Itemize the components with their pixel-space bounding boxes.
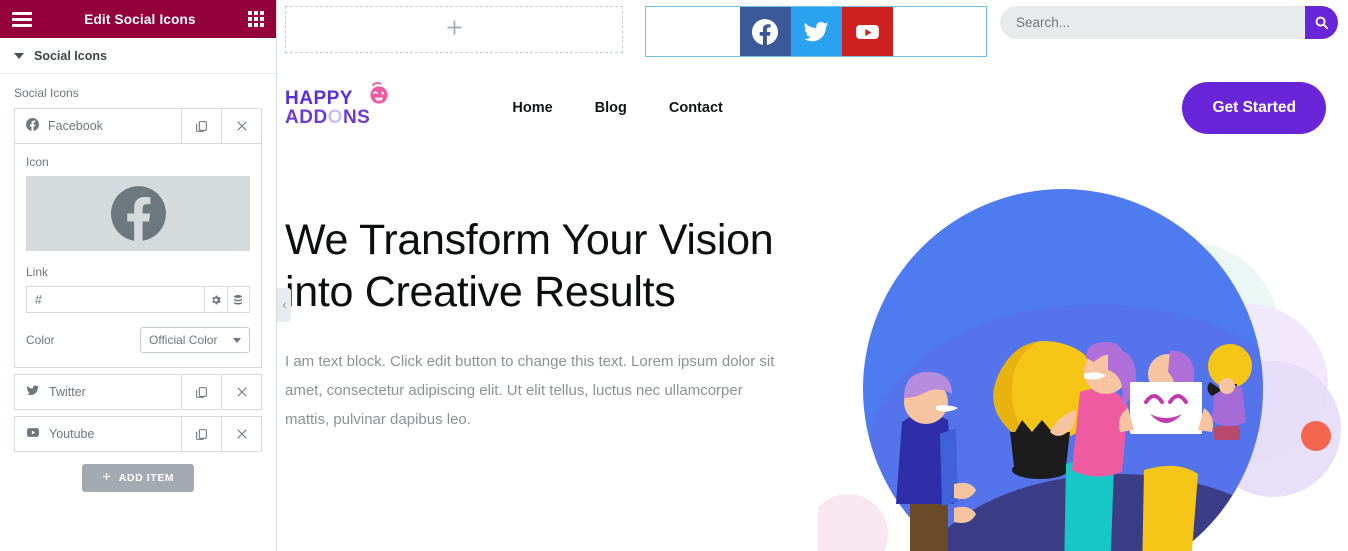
happy-face-icon: [370, 81, 388, 104]
gear-icon[interactable]: [204, 287, 227, 312]
color-field-wrapper: Color Official Color: [26, 327, 250, 353]
social-link-youtube[interactable]: [841, 7, 893, 56]
nav-link-blog[interactable]: Blog: [595, 100, 627, 116]
grid-icon[interactable]: [248, 11, 264, 27]
repeater-item-facebook: Facebook Icon Link # Color Official Colo…: [14, 108, 262, 368]
elementor-editor: Edit Social Icons Social Icons Social Ic…: [0, 0, 1348, 551]
repeater-item-title-twitter[interactable]: Twitter: [15, 375, 181, 409]
logo-wordmark: HAPPY ADDONS: [285, 87, 371, 128]
site-header: HAPPY ADDONS Home Blog Contact Get Start…: [277, 62, 1348, 144]
chevron-left-icon: [282, 302, 286, 308]
hero-heading: We Transform Your Vision into Creative R…: [285, 216, 774, 317]
repeater-item-header[interactable]: Facebook: [15, 109, 261, 143]
hero-paragraph: I am text block. Click edit button to ch…: [285, 352, 775, 429]
hero-illustration: [808, 134, 1348, 551]
link-input[interactable]: [27, 287, 204, 312]
facebook-icon: [110, 186, 166, 241]
logo-line-2: ADDONS: [285, 107, 371, 128]
social-link-twitter[interactable]: [790, 7, 842, 56]
social-icons-widget[interactable]: [645, 6, 987, 57]
search-button[interactable]: [1305, 6, 1338, 39]
facebook-icon: [752, 18, 778, 45]
panel-header: Edit Social Icons: [0, 0, 276, 38]
duplicate-item-button-youtube[interactable]: [181, 417, 221, 451]
repeater-item-body-facebook: Icon Link # Color Official Color: [15, 143, 261, 367]
add-new-section-button[interactable]: [285, 6, 623, 53]
hamburger-icon[interactable]: [12, 11, 32, 27]
canvas-topbar: [277, 0, 1348, 62]
add-item-label: ADD ITEM: [118, 472, 175, 484]
nav-link-contact[interactable]: Contact: [669, 100, 723, 116]
facebook-icon: [26, 118, 40, 134]
plus-icon: [102, 472, 111, 484]
link-field-label: Link: [26, 265, 49, 279]
repeater-item-label: Facebook: [48, 119, 103, 133]
remove-item-button-twitter[interactable]: [221, 375, 261, 409]
repeater-item-label: Youtube: [49, 427, 95, 441]
panel-collapse-toggle[interactable]: [277, 288, 291, 322]
panel-title: Edit Social Icons: [84, 11, 196, 27]
editor-panel: Edit Social Icons Social Icons Social Ic…: [0, 0, 277, 551]
youtube-icon: [26, 426, 40, 442]
icon-preview-facebook[interactable]: [26, 176, 250, 251]
repeater-item-header[interactable]: Youtube: [15, 417, 261, 451]
site-nav: Home Blog Contact: [512, 100, 723, 116]
search-input[interactable]: [1000, 6, 1305, 39]
social-link-facebook[interactable]: [739, 7, 791, 56]
hero-copy: We Transform Your Vision into Creative R…: [285, 144, 805, 435]
remove-item-button-facebook[interactable]: [221, 109, 261, 143]
control-label-social-icons: Social Icons: [14, 86, 79, 100]
twitter-icon: [804, 21, 828, 41]
logo-line-1: HAPPY: [285, 87, 353, 109]
color-field-label: Color: [26, 333, 55, 347]
widget-spacer-right: [893, 7, 987, 56]
get-started-button[interactable]: Get Started: [1182, 82, 1326, 134]
icon-field-label: Icon: [26, 155, 49, 169]
repeater-item-youtube: Youtube: [14, 416, 262, 452]
color-select-value: Official Color: [149, 333, 218, 347]
add-item-button[interactable]: ADD ITEM: [82, 464, 194, 492]
database-icon[interactable]: [226, 287, 249, 312]
search-icon: [1315, 16, 1329, 30]
caret-down-icon: [14, 52, 24, 59]
repeater-item-twitter: Twitter: [14, 374, 262, 410]
search-form: [1000, 6, 1338, 39]
widget-spacer-left: [646, 7, 740, 56]
plus-icon: [445, 18, 464, 41]
chevron-down-icon: [233, 337, 241, 343]
remove-item-button-youtube[interactable]: [221, 417, 261, 451]
duplicate-item-button-twitter[interactable]: [181, 375, 221, 409]
duplicate-item-button-facebook[interactable]: [181, 109, 221, 143]
hero-section: We Transform Your Vision into Creative R…: [277, 144, 1348, 551]
repeater-item-title-youtube[interactable]: Youtube: [15, 417, 181, 451]
color-select[interactable]: Official Color: [140, 327, 250, 353]
preview-canvas: HAPPY ADDONS Home Blog Contact Get Start…: [277, 0, 1348, 551]
section-header-social-icons[interactable]: Social Icons: [0, 38, 276, 74]
section-header-label: Social Icons: [34, 48, 107, 63]
twitter-icon: [26, 384, 40, 400]
panel-body: Social Icons Facebook Icon Link # Color …: [0, 74, 276, 551]
social-icons-repeater: Facebook Icon Link # Color Official Colo…: [0, 108, 276, 492]
site-logo[interactable]: HAPPY ADDONS: [285, 81, 394, 128]
youtube-icon: [855, 24, 879, 39]
link-field-wrapper: [26, 286, 250, 313]
repeater-item-label: Twitter: [49, 385, 86, 399]
nav-link-home[interactable]: Home: [512, 100, 552, 116]
repeater-item-title-facebook[interactable]: Facebook: [15, 109, 181, 143]
repeater-item-header[interactable]: Twitter: [15, 375, 261, 409]
